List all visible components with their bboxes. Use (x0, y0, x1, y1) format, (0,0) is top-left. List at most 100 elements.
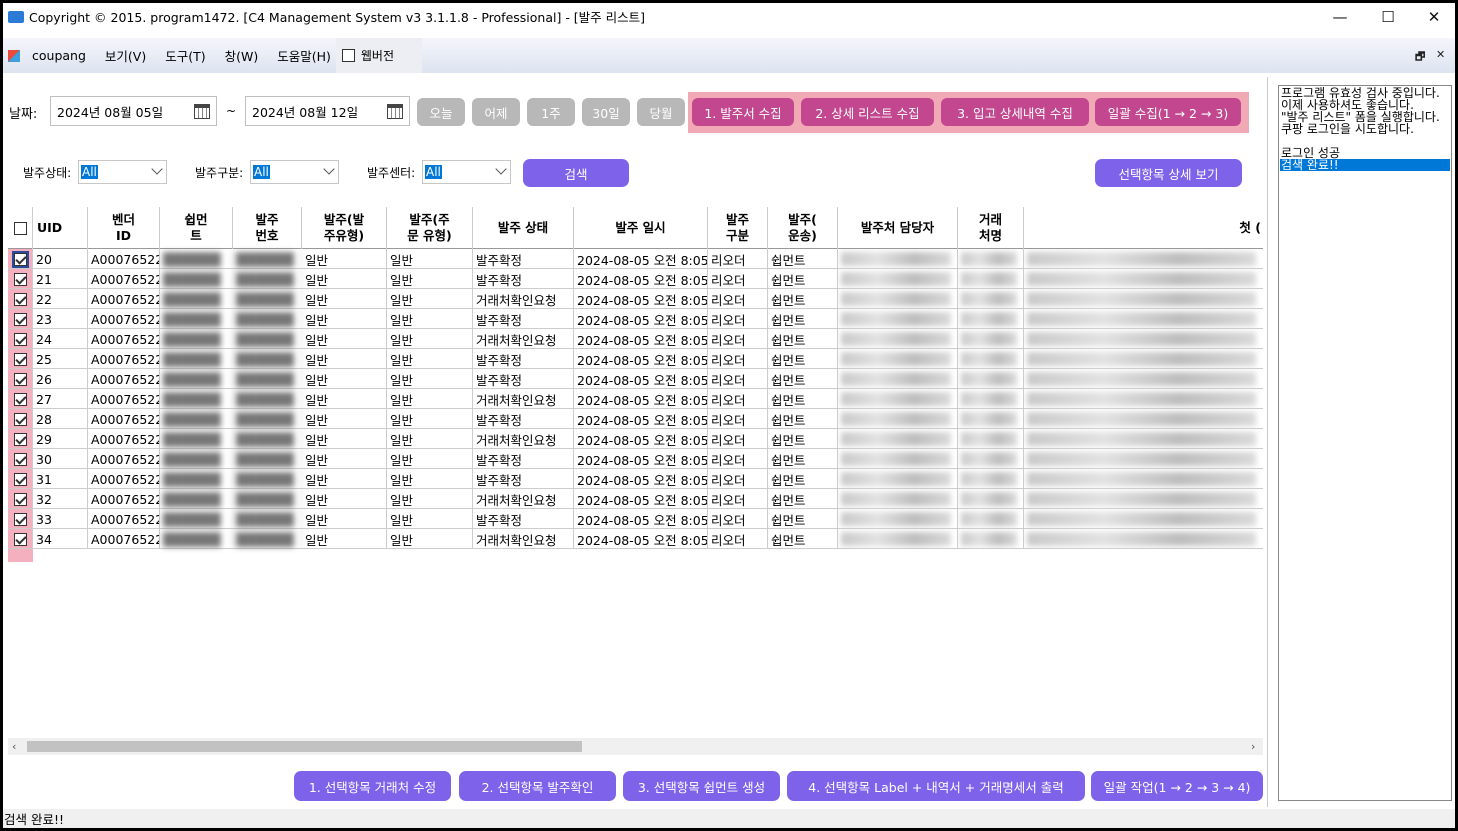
row-checkbox-cell[interactable] (8, 389, 33, 409)
header-vendor-name[interactable]: 거래 처명 (958, 207, 1024, 249)
menu-help[interactable]: 도움말(H) (277, 46, 331, 65)
order-status-select[interactable]: All (78, 160, 167, 184)
row-checkbox-cell[interactable] (8, 269, 33, 289)
table-row[interactable]: 33 A00076522 ██████ ██████ 일반 일반 발주확정 2024-08-0… (8, 509, 1263, 529)
web-version-toggle[interactable]: 웹버전 (335, 38, 423, 73)
header-first[interactable]: 첫 ( (1024, 207, 1263, 249)
header-status[interactable]: 발주 상태 (473, 207, 574, 249)
yesterday-button[interactable]: 어제 (472, 98, 520, 126)
calendar-icon[interactable] (194, 104, 210, 119)
this-month-button[interactable]: 당월 (637, 98, 685, 126)
print-label-button[interactable]: 4. 선택항목 Label + 내역서 + 거래명세서 출력 (787, 771, 1085, 801)
table-row[interactable]: 31 A00076522 ██████ ██████ 일반 일반 발주확정 2024-08-0… (8, 469, 1263, 489)
date-to-picker[interactable]: 2024년 08월 12일 (245, 96, 410, 126)
row-checkbox-cell[interactable] (8, 369, 33, 389)
row-checkbox-cell[interactable] (8, 249, 33, 269)
row-checkbox-cell[interactable] (8, 469, 33, 489)
header-po-type[interactable]: 발주(발 주유형) (302, 207, 387, 249)
row-checkbox-cell[interactable] (8, 429, 33, 449)
row-checkbox[interactable] (13, 492, 27, 506)
row-checkbox[interactable] (13, 532, 27, 546)
select-all-header[interactable] (8, 207, 33, 249)
view-selected-detail-button[interactable]: 선택항목 상세 보기 (1095, 159, 1242, 187)
today-button[interactable]: 오늘 (417, 98, 465, 126)
row-checkbox[interactable] (13, 392, 27, 406)
row-checkbox-cell[interactable] (8, 489, 33, 509)
menu-view[interactable]: 보기(V) (105, 46, 146, 65)
header-transport[interactable]: 발주( 운송) (768, 207, 838, 249)
maximize-button[interactable]: ☐ (1365, 3, 1411, 30)
confirm-order-button[interactable]: 2. 선택항목 발주확인 (459, 771, 616, 801)
date-from-picker[interactable]: 2024년 08월 05일 (50, 96, 217, 126)
header-division[interactable]: 발주 구분 (708, 207, 768, 249)
order-type-select[interactable]: All (250, 160, 339, 184)
thirty-days-button[interactable]: 30일 (582, 98, 630, 126)
collect-orders-button[interactable]: 1. 발주서 수집 (692, 98, 794, 126)
table-row[interactable]: 30 A00076522 ██████ ██████ 일반 일반 발주확정 2024-08-0… (8, 449, 1263, 469)
collect-inbound-detail-button[interactable]: 3. 입고 상세내역 수집 (941, 98, 1089, 126)
row-checkbox[interactable] (13, 452, 27, 466)
row-checkbox-cell[interactable] (8, 329, 33, 349)
table-row[interactable]: 32 A00076522 ██████ ██████ 일반 일반 거래처확인요청 2024-0… (8, 489, 1263, 509)
scroll-left-icon[interactable]: ‹ (12, 740, 16, 753)
menu-window[interactable]: 창(W) (225, 46, 259, 65)
row-checkbox[interactable] (13, 312, 27, 326)
calendar-icon[interactable] (387, 104, 403, 119)
header-vendor-id[interactable]: 벤더 ID (88, 207, 160, 249)
row-checkbox[interactable] (13, 432, 27, 446)
close-button[interactable]: ✕ (1411, 3, 1455, 30)
batch-job-button[interactable]: 일괄 작업(1 → 2 → 3 → 4) (1091, 771, 1263, 801)
table-row[interactable]: 29 A00076522 ██████ ██████ 일반 일반 거래처확인요청 2024-0… (8, 429, 1263, 449)
collect-detail-list-button[interactable]: 2. 상세 리스트 수집 (801, 98, 934, 126)
row-checkbox[interactable] (13, 412, 27, 426)
table-row[interactable]: 34 A00076522 ██████ ██████ 일반 일반 거래처확인요청 2024-0… (8, 529, 1263, 549)
row-checkbox[interactable] (11, 250, 29, 268)
row-checkbox-cell[interactable] (8, 289, 33, 309)
table-row[interactable]: 25 A00076522 ██████ ██████ 일반 일반 발주확정 2024-08-0… (8, 349, 1263, 369)
log-panel[interactable]: 프로그램 유효성 검사 중입니다. 이제 사용하셔도 좋습니다. "발주 리스트… (1278, 85, 1452, 801)
row-checkbox-cell[interactable] (8, 509, 33, 529)
header-uid[interactable]: UID (33, 207, 88, 249)
table-row[interactable]: 22 A00076522 ██████ ██████ 일반 일반 거래처확인요청 2024-0… (8, 289, 1263, 309)
table-row[interactable]: 20 A00076522 ██████ ██████ 일반 일반 발주확정 2024-08-0… (8, 249, 1263, 269)
search-button[interactable]: 검색 (523, 159, 629, 187)
header-datetime[interactable]: 발주 일시 (574, 207, 708, 249)
menu-coupang[interactable]: coupang (32, 48, 86, 63)
row-checkbox-cell[interactable] (8, 309, 33, 329)
order-center-select[interactable]: All (422, 160, 511, 184)
row-checkbox[interactable] (13, 272, 27, 286)
row-checkbox[interactable] (13, 332, 27, 346)
mdi-close-icon[interactable]: ✕ (1436, 48, 1445, 61)
row-checkbox-cell[interactable] (8, 349, 33, 369)
row-checkbox[interactable] (13, 292, 27, 306)
header-shipment[interactable]: 쉽먼 트 (160, 207, 233, 249)
row-checkbox[interactable] (13, 372, 27, 386)
table-row[interactable]: 24 A00076522 ██████ ██████ 일반 일반 거래처확인요청 2024-0… (8, 329, 1263, 349)
row-checkbox-cell[interactable] (8, 529, 33, 549)
mdi-restore-icon[interactable]: 🗗 (1415, 48, 1425, 67)
row-checkbox[interactable] (13, 512, 27, 526)
menu-tools[interactable]: 도구(T) (165, 46, 205, 65)
edit-vendor-button[interactable]: 1. 선택항목 거래처 수정 (294, 771, 451, 801)
row-checkbox-cell[interactable] (8, 449, 33, 469)
table-row[interactable]: 26 A00076522 ██████ ██████ 일반 일반 발주확정 2024-08-0… (8, 369, 1263, 389)
select-all-checkbox[interactable] (13, 221, 27, 235)
header-po-number[interactable]: 발주 번호 (233, 207, 302, 249)
row-checkbox-cell[interactable] (8, 409, 33, 429)
one-week-button[interactable]: 1주 (527, 98, 575, 126)
scrollbar-thumb[interactable] (27, 741, 582, 752)
table-row[interactable]: 23 A00076522 ██████ ██████ 일반 일반 발주확정 2024-08-0… (8, 309, 1263, 329)
table-row[interactable]: 21 A00076522 ██████ ██████ 일반 일반 발주확정 2024-08-0… (8, 269, 1263, 289)
create-shipment-button[interactable]: 3. 선택항목 쉽먼트 생성 (623, 771, 780, 801)
table-row[interactable]: 28 A00076522 ██████ ██████ 일반 일반 발주확정 2024-08-0… (8, 409, 1263, 429)
collect-all-button[interactable]: 일괄 수집(1 → 2 → 3) (1095, 98, 1241, 126)
minimize-button[interactable]: — (1317, 3, 1363, 30)
web-version-checkbox[interactable] (341, 49, 355, 62)
scroll-right-icon[interactable]: › (1251, 740, 1255, 753)
header-manager[interactable]: 발주처 담당자 (838, 207, 958, 249)
row-checkbox[interactable] (13, 352, 27, 366)
header-order-type[interactable]: 발주(주 문 유형) (387, 207, 473, 249)
horizontal-scrollbar[interactable]: ‹ › (8, 738, 1263, 755)
row-checkbox[interactable] (13, 472, 27, 486)
table-row[interactable]: 27 A00076522 ██████ ██████ 일반 일반 거래처확인요청 2024-0… (8, 389, 1263, 409)
